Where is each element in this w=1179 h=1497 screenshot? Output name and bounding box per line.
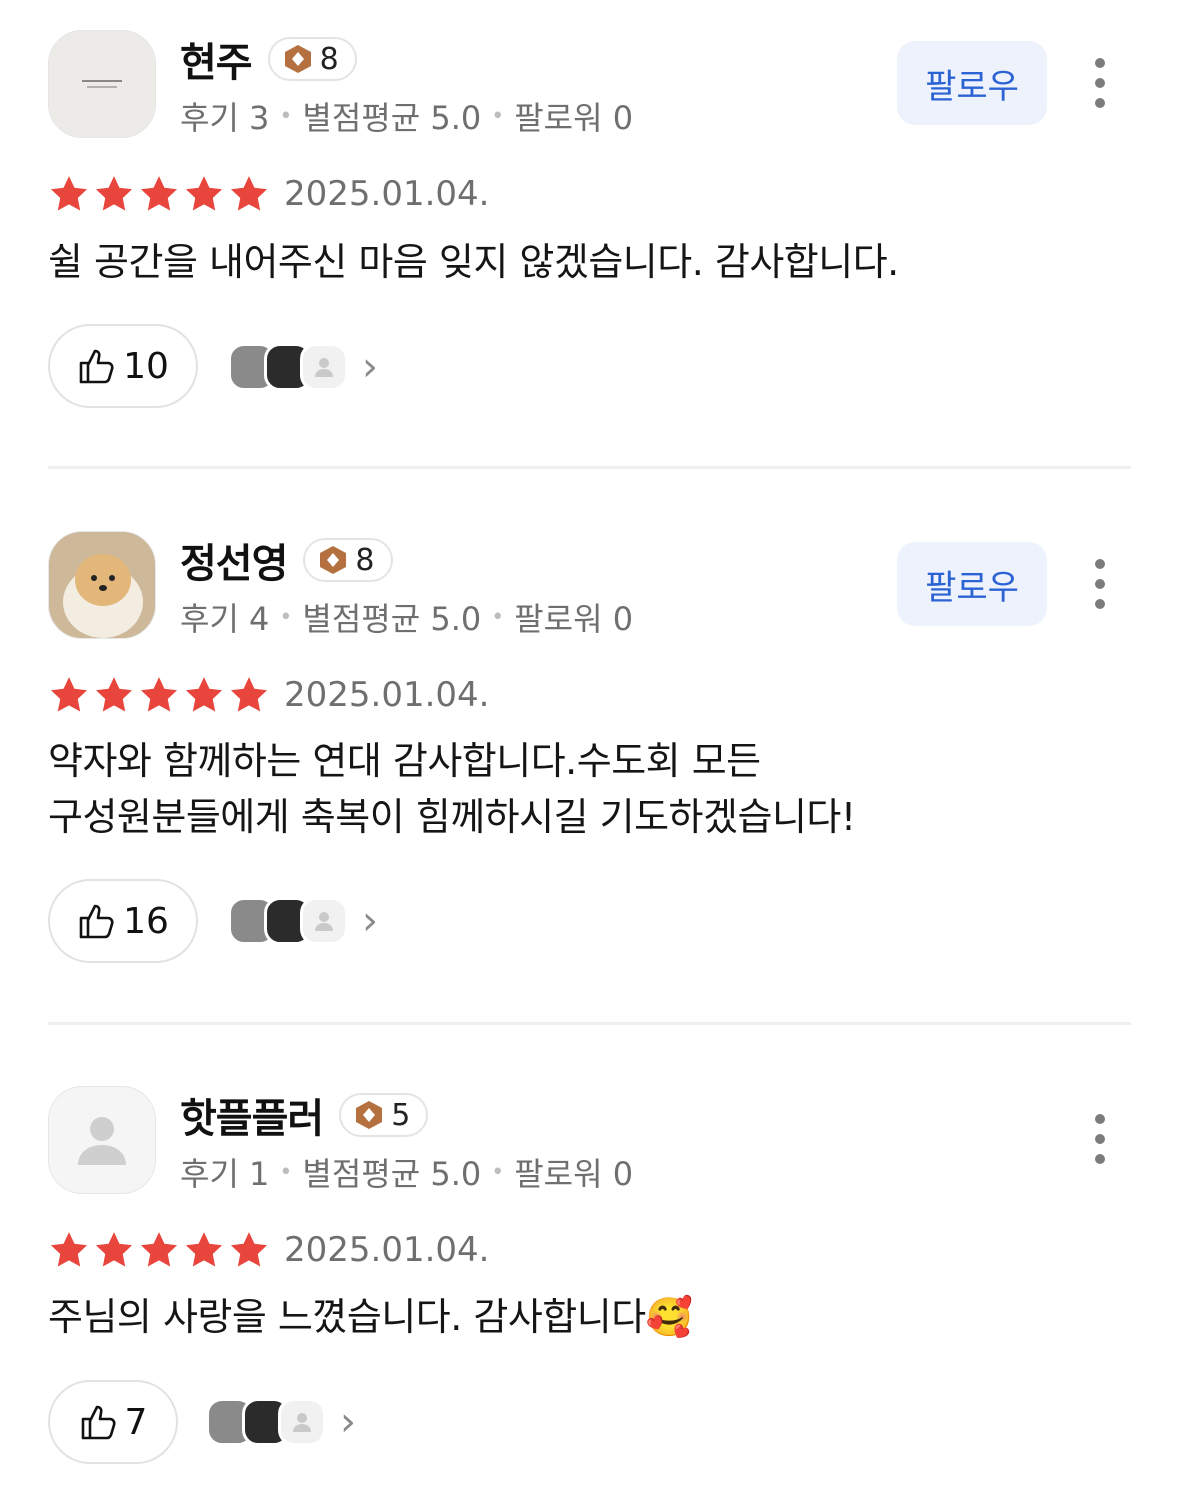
user-name-row: 핫플플러 5 <box>180 1090 429 1142</box>
user-name[interactable]: 핫플플러 <box>180 1086 324 1144</box>
user-avatar[interactable] <box>48 531 156 639</box>
like-button[interactable]: 7 <box>48 1380 178 1464</box>
star-icon <box>230 1232 268 1267</box>
user-stats: 후기 3 • 별점평균 5.0 • 팔로워 0 <box>180 96 634 137</box>
star-icon <box>95 1232 133 1267</box>
follower-count: 팔로워 0 <box>514 99 634 137</box>
star-icon <box>140 176 178 211</box>
review-text: 약자와 함께하는 연대 감사합니다.수도회 모든 구성원분들에게 축복이 힘께하… <box>48 733 1128 845</box>
star-icon <box>95 176 133 211</box>
divider <box>48 466 1131 469</box>
more-options-icon[interactable] <box>1080 1114 1120 1164</box>
more-options-icon[interactable] <box>1080 58 1120 108</box>
user-avatar[interactable] <box>48 30 156 138</box>
liker-avatar <box>278 1398 326 1446</box>
star-icon <box>50 1232 88 1267</box>
star-icon <box>185 1232 223 1267</box>
follow-button[interactable]: 팔로우 <box>897 542 1047 626</box>
user-name-row: 현주 8 <box>180 34 357 86</box>
chevron-right-icon[interactable]: › <box>362 898 378 944</box>
follower-count: 팔로워 0 <box>514 1155 634 1193</box>
review-count: 후기 4 <box>180 600 270 638</box>
separator-dot: • <box>279 1159 293 1185</box>
level-badge-icon <box>284 45 311 73</box>
liker-avatar <box>300 343 348 391</box>
like-count: 7 <box>124 1401 148 1443</box>
star-icon <box>50 176 88 211</box>
separator-dot: • <box>279 604 293 630</box>
chevron-right-icon[interactable]: › <box>362 344 378 390</box>
star-icon <box>50 677 88 712</box>
rating-average: 별점평균 5.0 <box>302 600 482 638</box>
star-icon <box>95 677 133 712</box>
star-icon <box>230 677 268 712</box>
star-rating <box>48 1229 270 1271</box>
rating-row: 2025.01.04. <box>48 1228 489 1272</box>
user-name[interactable]: 현주 <box>180 30 253 88</box>
rating-average: 별점평균 5.0 <box>302 99 482 137</box>
review-text-line: 구성원분들에게 축복이 힘께하시길 기도하겠습니다! <box>48 795 856 839</box>
level-badge-icon <box>320 546 347 574</box>
star-icon <box>140 677 178 712</box>
separator-dot: • <box>491 1159 505 1185</box>
star-rating <box>48 173 270 215</box>
review-text: 주님의 사랑을 느꼈습니다. 감사합니다🥰 <box>48 1289 1128 1345</box>
follow-button[interactable]: 팔로우 <box>897 41 1047 125</box>
user-avatar[interactable] <box>48 1086 156 1194</box>
rating-row: 2025.01.04. <box>48 172 489 216</box>
review-text: 쉴 공간을 내어주신 마음 잊지 않겠습니다. 감사합니다. <box>48 234 1128 290</box>
level-number: 8 <box>355 542 375 578</box>
level-number: 8 <box>319 41 339 77</box>
star-icon <box>185 677 223 712</box>
user-stats: 후기 1 • 별점평균 5.0 • 팔로워 0 <box>180 1152 634 1193</box>
separator-dot: • <box>491 604 505 630</box>
separator-dot: • <box>279 103 293 129</box>
thumbs-up-icon <box>81 1405 116 1440</box>
review-count: 후기 3 <box>180 99 270 137</box>
level-badge-icon <box>356 1101 383 1129</box>
review-text-line: 약자와 함께하는 연대 감사합니다.수도회 모든 <box>48 739 761 783</box>
review-text-line: 주님의 사랑을 느꼈습니다. 감사합니다🥰 <box>48 1295 693 1339</box>
star-icon <box>230 176 268 211</box>
more-options-icon[interactable] <box>1080 559 1120 609</box>
liker-avatars[interactable]: › <box>228 342 378 392</box>
user-name-row: 정선영 8 <box>180 535 393 587</box>
rating-row: 2025.01.04. <box>48 673 489 717</box>
level-badge: 8 <box>303 538 393 582</box>
thumbs-up-icon <box>79 349 114 384</box>
thumbs-up-icon <box>79 904 114 939</box>
user-stats: 후기 4 • 별점평균 5.0 • 팔로워 0 <box>180 597 634 638</box>
like-count: 16 <box>123 900 169 942</box>
liker-avatars[interactable]: › <box>228 896 378 946</box>
level-badge: 8 <box>267 37 357 81</box>
user-name[interactable]: 정선영 <box>180 531 288 589</box>
star-icon <box>140 1232 178 1267</box>
separator-dot: • <box>491 103 505 129</box>
level-number: 5 <box>391 1097 411 1133</box>
like-button[interactable]: 10 <box>48 324 198 408</box>
rating-average: 별점평균 5.0 <box>302 1155 482 1193</box>
like-count: 10 <box>123 345 169 387</box>
like-button[interactable]: 16 <box>48 879 198 963</box>
review-date: 2025.01.04. <box>284 1230 490 1270</box>
star-icon <box>185 176 223 211</box>
follower-count: 팔로워 0 <box>514 600 634 638</box>
level-badge: 5 <box>339 1093 429 1137</box>
chevron-right-icon[interactable]: › <box>340 1399 356 1445</box>
liker-avatars[interactable]: › <box>206 1397 356 1447</box>
review-date: 2025.01.04. <box>284 174 490 214</box>
review-date: 2025.01.04. <box>284 675 490 715</box>
divider <box>48 1022 1131 1025</box>
review-text-line: 쉴 공간을 내어주신 마음 잊지 않겠습니다. 감사합니다. <box>48 240 899 284</box>
review-count: 후기 1 <box>180 1155 270 1193</box>
liker-avatar <box>300 897 348 945</box>
star-rating <box>48 674 270 716</box>
default-user-icon <box>78 1117 126 1165</box>
